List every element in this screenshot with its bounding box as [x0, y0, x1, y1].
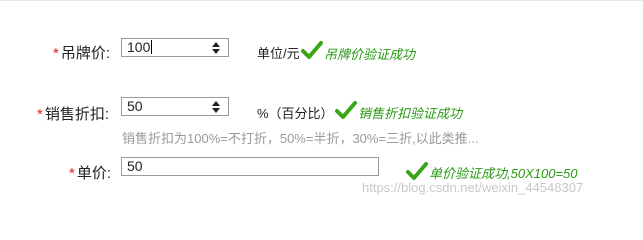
text-caret: [151, 40, 153, 54]
check-icon: [301, 41, 323, 59]
tag-price-label: * 吊牌价:: [53, 45, 111, 62]
required-mark: *: [53, 45, 59, 62]
discount-value: 50: [127, 98, 143, 114]
tag-price-value: 100: [127, 39, 151, 55]
spinner-down-icon[interactable]: [212, 49, 220, 54]
check-icon: [406, 162, 428, 180]
spinner-up-icon[interactable]: [212, 101, 220, 106]
tag-price-unit: 单位/元: [257, 46, 300, 61]
discount-label: * 销售折扣:: [37, 106, 110, 123]
discount-hint: 销售折扣为100%=不打折，50%=半折，30%=三折,以此类推...: [122, 131, 479, 146]
watermark: https://blog.csdn.net/weixin_44548307: [362, 180, 584, 195]
unit-price-value: 50: [127, 158, 143, 174]
discount-success-msg: 销售折扣验证成功: [358, 106, 463, 121]
tag-price-input[interactable]: 100: [121, 38, 229, 57]
discount-unit: %（百分比）: [257, 106, 334, 121]
check-icon: [335, 101, 357, 119]
unit-price-input[interactable]: 50: [121, 157, 379, 176]
required-mark: *: [69, 165, 75, 182]
unit-price-label: * 单价:: [69, 165, 112, 182]
top-divider: [0, 0, 643, 1]
tag-price-spinner[interactable]: [212, 41, 222, 55]
spinner-down-icon[interactable]: [212, 108, 220, 113]
discount-spinner[interactable]: [212, 100, 222, 114]
spinner-up-icon[interactable]: [212, 42, 220, 47]
required-mark: *: [37, 106, 43, 123]
tag-price-success-msg: 吊牌价验证成功: [324, 47, 416, 62]
discount-input[interactable]: 50: [121, 97, 229, 116]
